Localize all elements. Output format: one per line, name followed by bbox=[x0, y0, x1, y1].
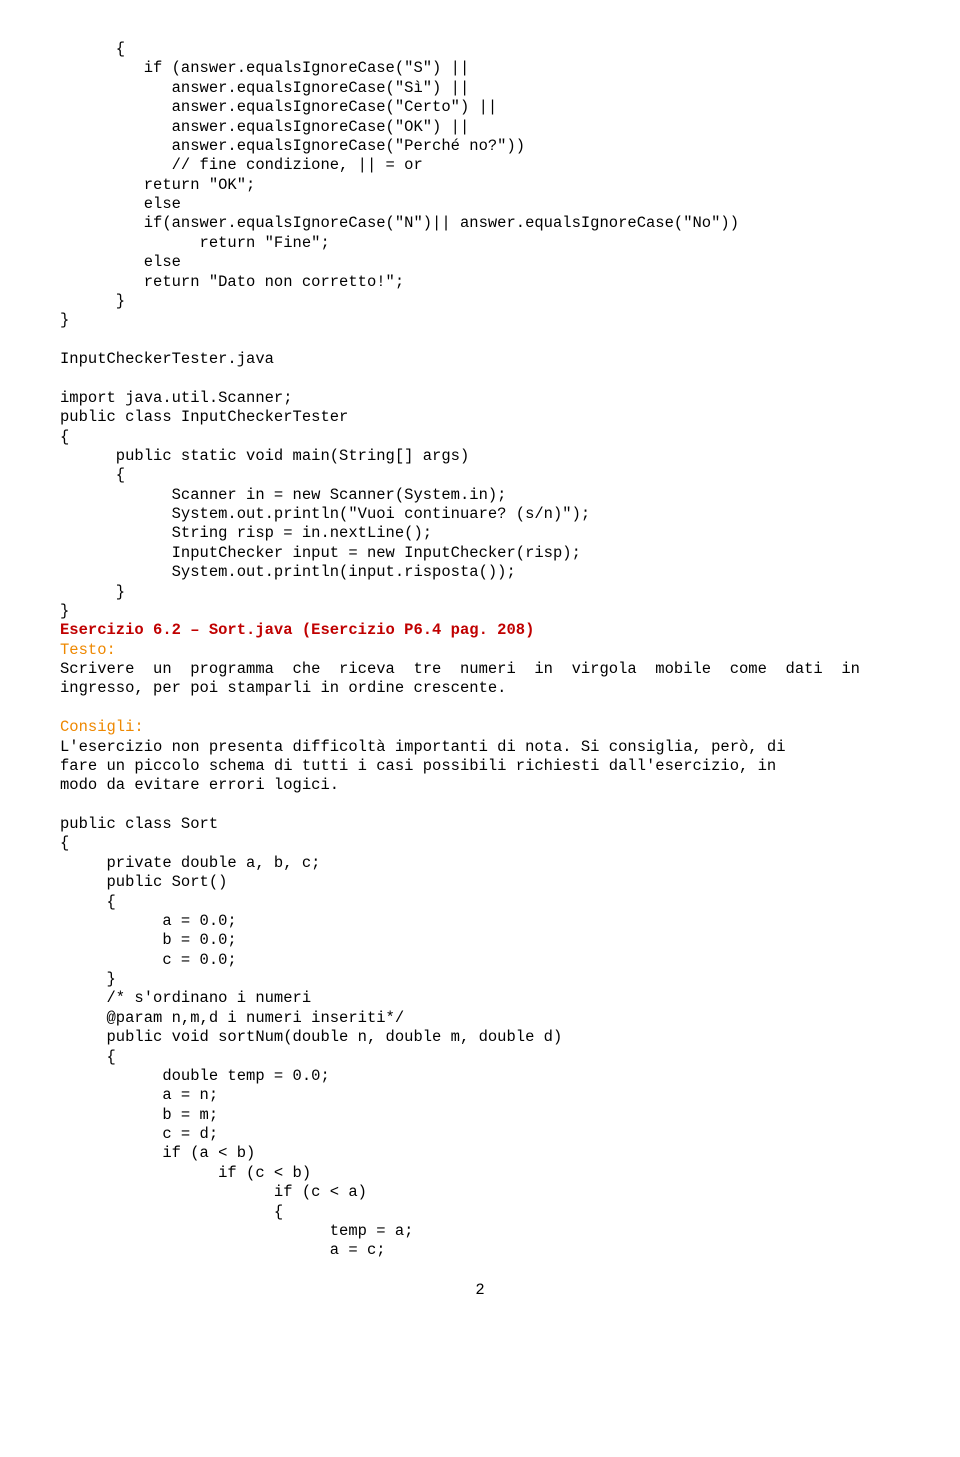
testo-label: Testo: bbox=[60, 641, 900, 660]
code-block-sort: public class Sort { private double a, b,… bbox=[60, 815, 900, 1261]
consigli-label: Consigli: bbox=[60, 718, 900, 737]
exercise-heading: Esercizio 6.2 – Sort.java (Esercizio P6.… bbox=[60, 621, 900, 640]
testo-body: Scrivere un programma che riceva tre num… bbox=[60, 660, 900, 699]
page-number: 2 bbox=[60, 1281, 900, 1300]
consigli-body: L'esercizio non presenta difficoltà impo… bbox=[60, 738, 900, 796]
blank-line-2 bbox=[60, 796, 900, 815]
blank-line-1 bbox=[60, 699, 900, 718]
code-block-inputchecker: { if (answer.equalsIgnoreCase("S") || an… bbox=[60, 40, 900, 621]
